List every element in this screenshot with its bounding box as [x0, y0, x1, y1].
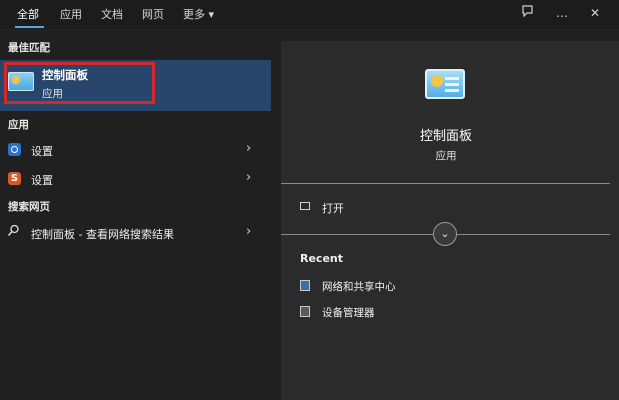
tab-more[interactable]: 更多 ▾: [183, 6, 214, 22]
list-item-label: 设置: [31, 145, 53, 158]
s-app-icon: S: [8, 172, 21, 185]
preview-title: 控制面板: [419, 129, 472, 144]
recent-item-label: 网络和共享中心: [322, 281, 396, 293]
tab-apps[interactable]: 应用: [60, 6, 82, 22]
network-center-icon: [300, 280, 310, 291]
search-top-bar: 全部 应用 文档 网页 更多 ▾ … ✕: [0, 0, 619, 29]
chevron-right-icon[interactable]: ›: [246, 224, 251, 239]
active-tab-indicator: [15, 26, 44, 28]
highlight-box: [4, 62, 155, 104]
web-search-item[interactable]: 控制面板 - 查看网络搜索结果 ›: [0, 221, 271, 247]
search-icon: [7, 224, 20, 241]
tab-all[interactable]: 全部: [17, 6, 39, 22]
divider: [281, 183, 610, 184]
list-item-settings-alt[interactable]: S 设置 ›: [0, 167, 271, 193]
chevron-right-icon[interactable]: ›: [246, 141, 251, 156]
control-panel-large-icon: [425, 69, 465, 99]
device-manager-icon: [300, 306, 310, 317]
recent-header: Recent: [300, 252, 344, 265]
feedback-icon[interactable]: [522, 5, 535, 22]
tab-documents[interactable]: 文档: [101, 6, 123, 22]
best-match-header: 最佳匹配: [8, 42, 50, 54]
web-search-label: 控制面板 - 查看网络搜索结果: [31, 228, 174, 241]
recent-item-label: 设备管理器: [322, 307, 375, 319]
tab-web[interactable]: 网页: [142, 6, 164, 22]
apps-header: 应用: [8, 119, 29, 131]
preview-subtitle: 应用: [435, 150, 457, 162]
open-label: 打开: [322, 202, 344, 215]
more-options-icon[interactable]: …: [556, 5, 568, 21]
close-icon[interactable]: ✕: [590, 5, 600, 21]
gear-icon: [8, 143, 21, 156]
list-item-settings[interactable]: 设置 ›: [0, 138, 271, 164]
web-search-header: 搜索网页: [8, 201, 50, 213]
recent-item-network[interactable]: 网络和共享中心: [300, 278, 500, 296]
open-window-icon: [300, 202, 310, 210]
expand-chevron-icon[interactable]: ⌄: [433, 222, 457, 246]
list-item-label: 设置: [31, 174, 53, 187]
recent-item-device-manager[interactable]: 设备管理器: [300, 304, 500, 322]
chevron-right-icon[interactable]: ›: [246, 170, 251, 185]
